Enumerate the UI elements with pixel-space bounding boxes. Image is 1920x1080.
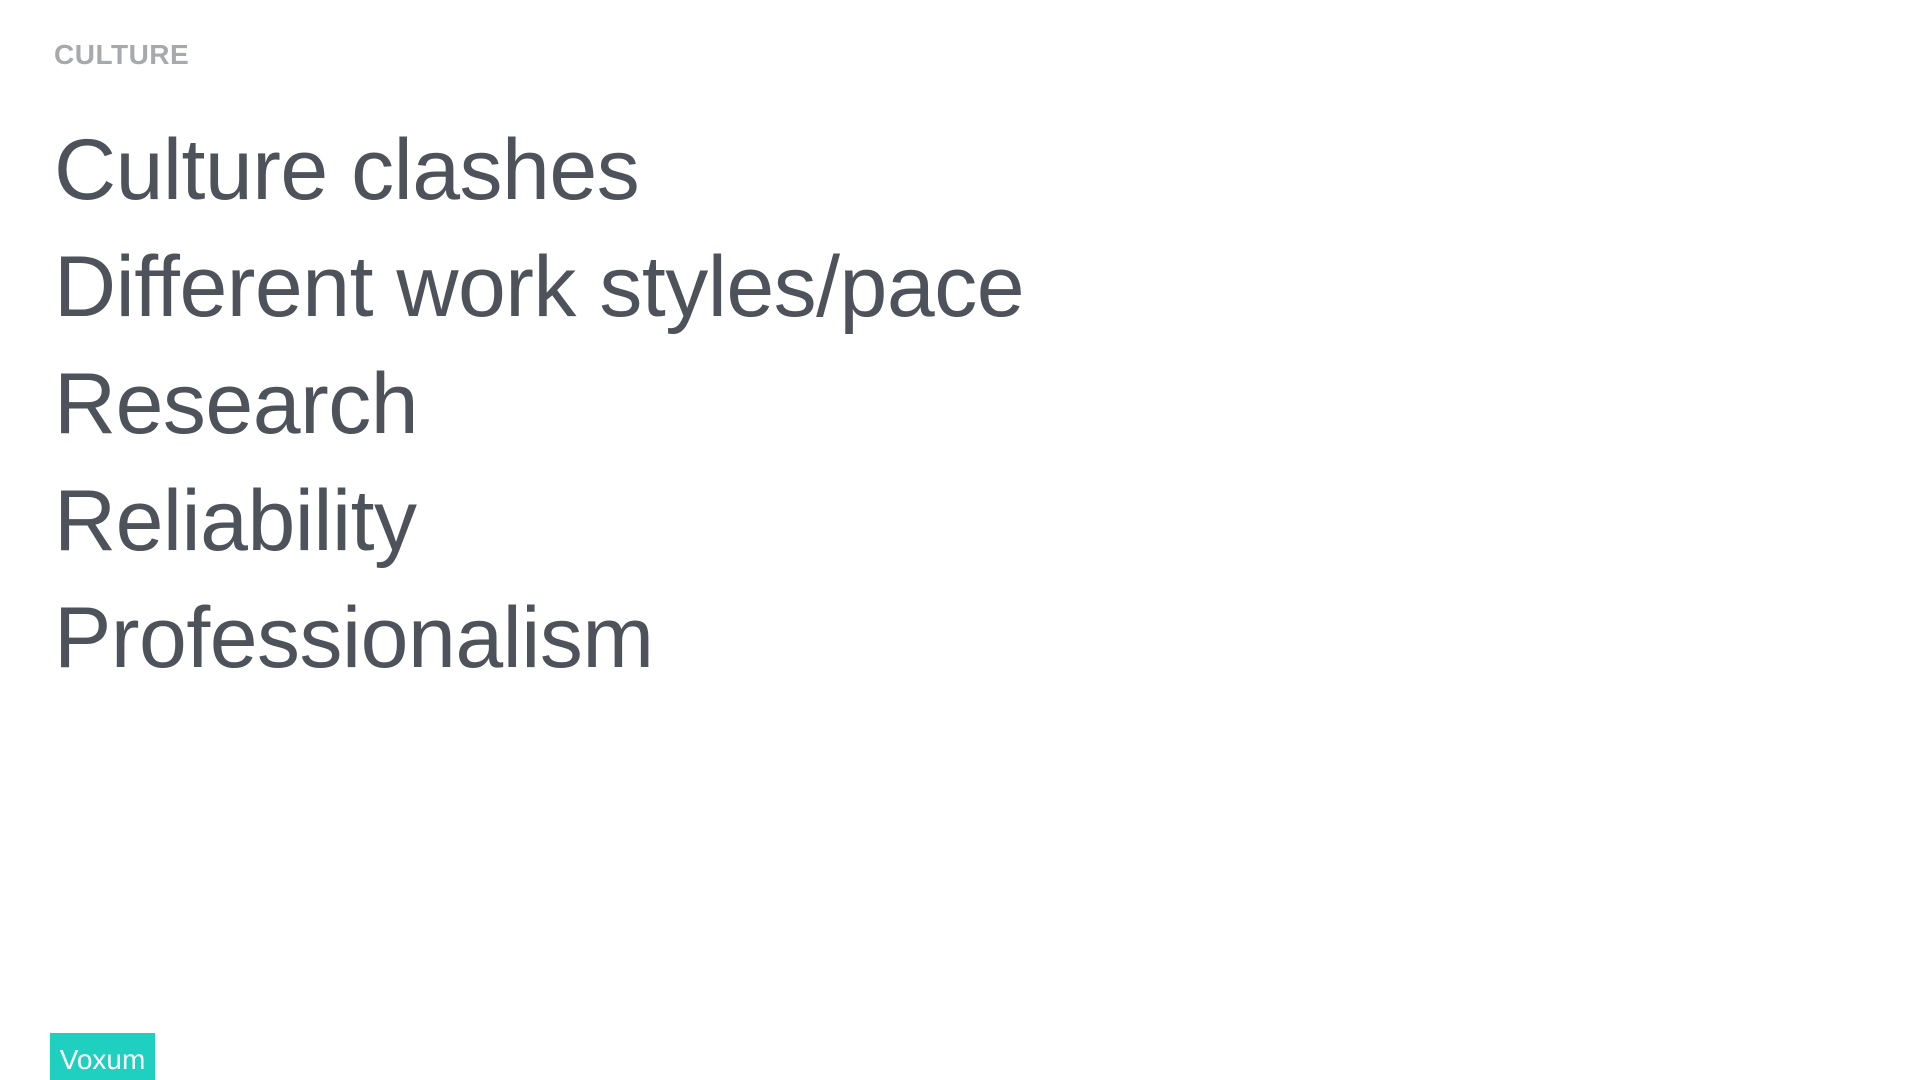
list-item-culture-clashes: Culture clashes	[54, 122, 640, 218]
brand-logo: Voxum	[50, 1033, 155, 1080]
bullet-list: Culture clashes Different work styles/pa…	[54, 112, 1025, 697]
section-label: CULTURE	[54, 39, 190, 70]
list-item-work-styles: Different work styles/pace	[54, 239, 1025, 335]
list-item-professionalism: Professionalism	[54, 590, 654, 686]
list-item-research: Research	[54, 356, 419, 452]
slide: CULTURE Culture clashes Different work s…	[0, 0, 1920, 1080]
list-item-reliability: Reliability	[54, 473, 417, 569]
